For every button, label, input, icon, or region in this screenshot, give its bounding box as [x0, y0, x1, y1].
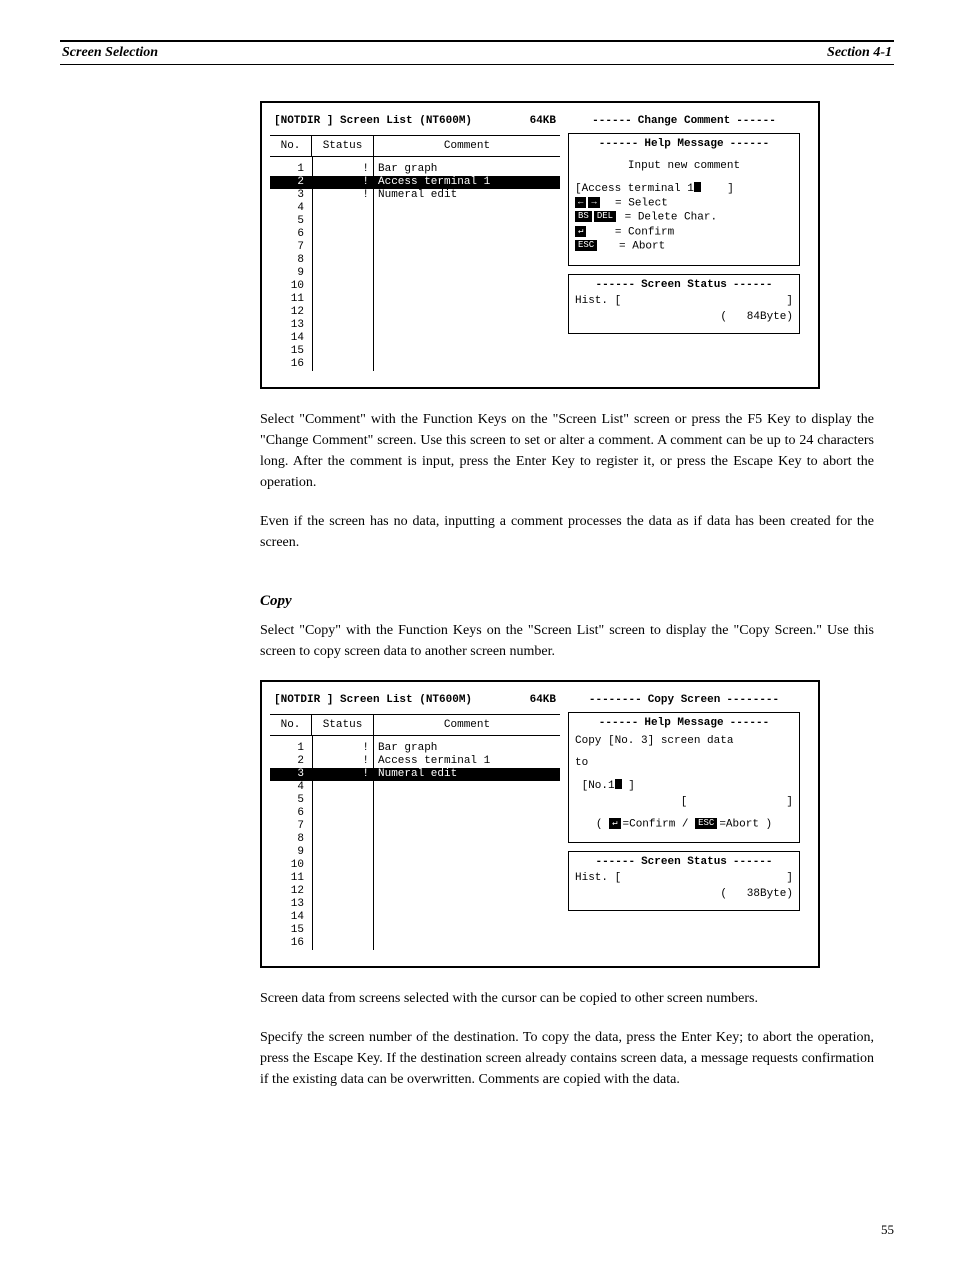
fig1-panel-title: ------ Change Comment ------: [568, 115, 800, 127]
table-row: 9: [270, 267, 560, 280]
table-row: 12: [270, 306, 560, 319]
fig1-status-box: ------ Screen Status ------ Hist. [ ] ( …: [568, 274, 800, 334]
status-title: Screen Status: [641, 279, 727, 291]
copy-to-label: to: [575, 757, 793, 769]
page-number: 55: [881, 1222, 894, 1238]
table-row: 6: [270, 228, 560, 241]
copy-from: Copy [No. 3] screen data: [575, 735, 793, 747]
section-copy-body: Select "Copy" with the Function Keys on …: [260, 620, 874, 662]
table-row: 11: [270, 872, 560, 885]
fig2-status-box: ------ Screen Status ------ Hist. [ ] ( …: [568, 851, 800, 911]
enter-key-icon: ↵: [609, 818, 620, 829]
esc-key-icon: ESC: [695, 818, 717, 829]
fig1-help-box: ------ Help Message ------ Input new com…: [568, 133, 800, 266]
figure-change-comment: [NOTDIR ] Screen List (NT600M) 64KB No. …: [260, 101, 820, 389]
table-row: 13: [270, 319, 560, 332]
figure-copy-screen: [NOTDIR ] Screen List (NT600M) 64KB No. …: [260, 680, 820, 968]
right-arrow-icon: →: [588, 197, 599, 208]
table-row: 5: [270, 794, 560, 807]
table-row: 8: [270, 833, 560, 846]
header-rule: [60, 40, 894, 42]
fig2-table-head: No. Status Comment: [270, 714, 560, 736]
table-row: 16: [270, 358, 560, 371]
hist-label: Hist. [: [575, 295, 621, 307]
help-l1: Input new comment: [575, 160, 793, 172]
col-status: Status: [312, 136, 374, 156]
fig1-rows: 1!Bar graph2!Access terminal 13!Numeral …: [270, 163, 560, 371]
paragraph-3: Screen data from screens selected with t…: [260, 988, 874, 1009]
table-row: 15: [270, 924, 560, 937]
table-row: 8: [270, 254, 560, 267]
left-arrow-icon: ←: [575, 197, 586, 208]
text-cursor-icon: [694, 182, 701, 192]
del-key-icon: DEL: [594, 211, 616, 222]
bytes-value: 84Byte): [747, 311, 793, 323]
table-row: 7: [270, 820, 560, 833]
table-row: 16: [270, 937, 560, 950]
table-row: 1!Bar graph: [270, 742, 560, 755]
table-row: 2!Access terminal 1: [270, 176, 560, 189]
esc-key-icon: ESC: [575, 240, 597, 251]
table-row: 10: [270, 280, 560, 293]
header-rule-2: [60, 64, 894, 65]
header-right: Section 4-1: [827, 45, 892, 61]
fig1-title: [NOTDIR ] Screen List (NT600M) 64KB: [270, 113, 560, 129]
table-row: 14: [270, 332, 560, 345]
paragraph-2: Even if the screen has no data, inputtin…: [260, 511, 874, 553]
paragraph-4: Specify the screen number of the destina…: [260, 1027, 874, 1090]
table-row: 5: [270, 215, 560, 228]
table-row: 6: [270, 807, 560, 820]
fig2-panel-title: -------- Copy Screen --------: [568, 694, 800, 706]
table-row: 10: [270, 859, 560, 872]
table-row: 3!Numeral edit: [270, 768, 560, 781]
help-input: [Access terminal 1: [575, 183, 694, 195]
fig2-help-box: ------ Help Message ------ Copy [No. 3] …: [568, 712, 800, 843]
table-row: 15: [270, 345, 560, 358]
paragraph-1: Select "Comment" with the Function Keys …: [260, 409, 874, 493]
col-no: No.: [270, 136, 312, 156]
table-row: 3!Numeral edit: [270, 189, 560, 202]
table-row: 2!Access terminal 1: [270, 755, 560, 768]
table-row: 4: [270, 781, 560, 794]
fig1-title-left: [NOTDIR ] Screen List (NT600M): [274, 115, 472, 127]
main-content: [NOTDIR ] Screen List (NT600M) 64KB No. …: [60, 85, 894, 1090]
help-title: Help Message: [644, 138, 723, 150]
col-comment: Comment: [374, 136, 560, 156]
bs-key-icon: BS: [575, 211, 592, 222]
table-row: 4: [270, 202, 560, 215]
enter-key-icon: ↵: [575, 226, 586, 237]
table-row: 12: [270, 885, 560, 898]
table-row: 1!Bar graph: [270, 163, 560, 176]
section-copy-title: Copy: [260, 593, 874, 610]
table-row: 11: [270, 293, 560, 306]
fig1-table-head: No. Status Comment: [270, 135, 560, 157]
fig1-title-right: 64KB: [530, 115, 556, 127]
fig2-rows: 1!Bar graph2!Access terminal 13!Numeral …: [270, 742, 560, 950]
text-cursor-icon: [615, 779, 622, 789]
table-row: 13: [270, 898, 560, 911]
page-header: Screen Selection Section 4-1: [60, 45, 894, 61]
fig2-title: [NOTDIR ] Screen List (NT600M) 64KB: [270, 692, 560, 708]
header-left: Screen Selection: [62, 45, 158, 61]
table-row: 7: [270, 241, 560, 254]
table-row: 9: [270, 846, 560, 859]
table-row: 14: [270, 911, 560, 924]
